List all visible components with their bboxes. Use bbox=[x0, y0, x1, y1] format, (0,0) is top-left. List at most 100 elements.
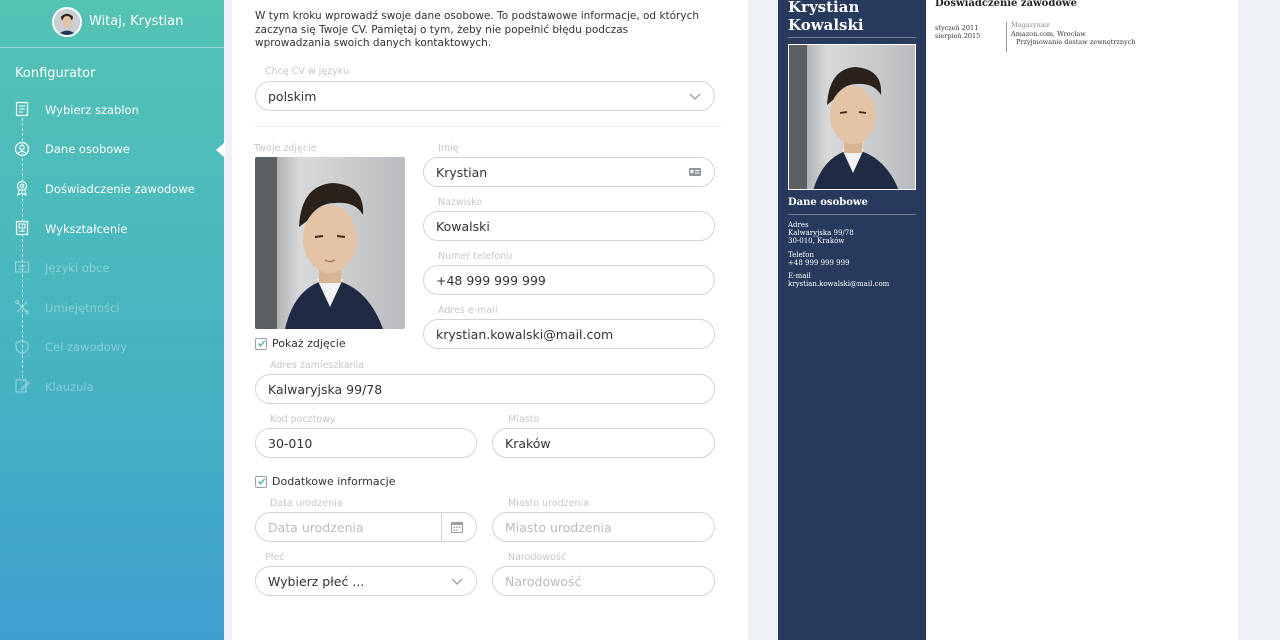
address-value: Kalwaryjska 99/78 bbox=[268, 381, 383, 397]
step-label: Języki obce bbox=[45, 261, 110, 276]
first-name-label: Imię bbox=[438, 143, 459, 154]
email-input[interactable]: krystian.kowalski@mail.com bbox=[423, 319, 715, 349]
sidebar: Witaj, Krystian Konfigurator Wybierz sza… bbox=[0, 0, 225, 640]
gender-value: Wybierz płeć ... bbox=[268, 573, 365, 589]
show-photo-label: Pokaż zdjęcie bbox=[272, 337, 346, 350]
cv-job-date-to: sierpień 2015 bbox=[935, 32, 981, 40]
postal-code-label: Kod pocztowy bbox=[270, 414, 336, 425]
cv-experience-heading: Doświadczenie zawodowe bbox=[935, 0, 1077, 9]
languages-icon bbox=[14, 259, 30, 275]
user-avatar[interactable] bbox=[52, 7, 82, 37]
extra-info-label: Dodatkowe informacje bbox=[272, 475, 396, 488]
cv-job-dates: styczeń 2011 sierpień 2015 bbox=[935, 24, 995, 40]
first-name-value: Krystian bbox=[436, 164, 488, 180]
phone-label: Numer telefonu bbox=[438, 251, 513, 262]
cv-address-label: Adres bbox=[788, 221, 809, 229]
step-dane-osobowe[interactable]: Dane osobowe bbox=[0, 130, 224, 170]
id-card-icon bbox=[688, 165, 702, 179]
step-doswiadczenie-zawodowe[interactable]: Doświadczenie zawodowe bbox=[0, 169, 224, 209]
profile-photo[interactable] bbox=[255, 157, 405, 329]
section-divider bbox=[255, 126, 721, 127]
birth-place-placeholder: Miasto urodzenia bbox=[505, 519, 612, 535]
first-name-input[interactable]: Krystian bbox=[423, 157, 715, 187]
user-icon bbox=[14, 141, 30, 157]
last-name-value: Kowalski bbox=[436, 218, 490, 234]
chevron-down-icon bbox=[688, 89, 702, 103]
goal-icon bbox=[14, 339, 30, 355]
cv-phone-label: Telefon bbox=[788, 251, 814, 259]
cv-address-block: Adres Kalwaryjska 99/78 30-010, Kraków bbox=[788, 221, 854, 245]
step-label: Klauzula bbox=[45, 379, 94, 394]
step-klauzula[interactable]: Klauzula bbox=[0, 367, 224, 407]
extra-info-checkbox-row[interactable]: Dodatkowe informacje bbox=[255, 475, 396, 488]
greeting-text: Witaj, Krystian bbox=[89, 14, 184, 29]
phone-input[interactable]: +48 999 999 999 bbox=[423, 265, 715, 295]
step-wyksztalcenie[interactable]: Wykształcenie bbox=[0, 209, 224, 249]
check-icon bbox=[257, 340, 265, 347]
step-label: Cel zawodowy bbox=[45, 340, 128, 355]
birth-date-placeholder: Data urodzenia bbox=[268, 519, 364, 535]
email-value: krystian.kowalski@mail.com bbox=[436, 326, 614, 342]
step-label: Dane osobowe bbox=[45, 142, 130, 157]
last-name-label: Nazwisko bbox=[438, 197, 483, 208]
check-icon bbox=[257, 478, 265, 485]
cv-divider bbox=[788, 37, 916, 38]
nationality-label: Narodowość bbox=[508, 552, 567, 563]
extra-info-checkbox[interactable] bbox=[255, 475, 267, 488]
cv-job-details: Magazynier Amazon.com, Wrocław Przyjmowa… bbox=[1011, 21, 1231, 47]
cv-preview: Krystian Kowalski Dane osobowe Adres Kal… bbox=[778, 0, 1238, 640]
language-select[interactable]: polskim bbox=[255, 81, 715, 111]
gender-select[interactable]: Wybierz płeć ... bbox=[255, 566, 477, 596]
step-umiejetnosci[interactable]: Umiejętności bbox=[0, 288, 224, 328]
address-label: Adres zamieszkania bbox=[270, 360, 364, 371]
configurator-steps: Wybierz szablon Dane osobowe Doświadczen… bbox=[0, 90, 224, 407]
cv-phone-block: Telefon +48 999 999 999 bbox=[788, 251, 850, 267]
step-label: Wykształcenie bbox=[45, 221, 128, 236]
cv-photo bbox=[788, 44, 916, 190]
clause-icon bbox=[14, 378, 30, 394]
phone-value: +48 999 999 999 bbox=[436, 272, 546, 288]
show-photo-checkbox[interactable] bbox=[255, 337, 267, 350]
email-label: Adres e-mail bbox=[438, 305, 498, 316]
calendar-icon[interactable] bbox=[450, 520, 464, 534]
nationality-input[interactable]: Narodowość bbox=[492, 566, 715, 596]
intro-text: W tym kroku wprowadź swoje dane osobowe.… bbox=[255, 10, 700, 49]
cv-name: Krystian Kowalski bbox=[788, 0, 864, 34]
template-icon bbox=[14, 101, 30, 117]
cv-timeline-line bbox=[1006, 22, 1007, 52]
address-input[interactable]: Kalwaryjska 99/78 bbox=[255, 374, 715, 404]
language-label: Chcę CV w języku bbox=[265, 66, 350, 77]
show-photo-checkbox-row[interactable]: Pokaż zdjęcie bbox=[255, 337, 346, 350]
city-label: Miasto bbox=[508, 414, 540, 425]
step-label: Umiejętności bbox=[45, 300, 120, 315]
cv-sidebar: Krystian Kowalski Dane osobowe Adres Kal… bbox=[778, 0, 926, 640]
last-name-input[interactable]: Kowalski bbox=[423, 211, 715, 241]
step-cel-zawodowy[interactable]: Cel zawodowy bbox=[0, 328, 224, 368]
cv-phone: +48 999 999 999 bbox=[788, 259, 850, 267]
personal-data-form: W tym kroku wprowadź swoje dane osobowe.… bbox=[232, 0, 748, 640]
gender-label: Płeć bbox=[265, 552, 285, 563]
cv-address-line2: 30-010, Kraków bbox=[788, 237, 845, 245]
city-input[interactable]: Kraków bbox=[492, 428, 715, 458]
experience-icon bbox=[14, 180, 30, 197]
cv-address-line1: Kalwaryjska 99/78 bbox=[788, 229, 854, 237]
city-value: Kraków bbox=[505, 435, 551, 451]
step-jezyki-obce[interactable]: Języki obce bbox=[0, 248, 224, 288]
cv-email-label: E-mail bbox=[788, 272, 811, 280]
configurator-title: Konfigurator bbox=[15, 66, 96, 81]
photo-label: Twoje zdjęcie bbox=[254, 143, 317, 154]
birth-date-input[interactable]: Data urodzenia bbox=[255, 512, 477, 542]
cv-email: krystian.kowalski@mail.com bbox=[788, 280, 890, 288]
postal-code-value: 30-010 bbox=[268, 435, 313, 451]
education-icon bbox=[14, 220, 30, 236]
cv-job-date-from: styczeń 2011 bbox=[935, 24, 979, 32]
birth-place-input[interactable]: Miasto urodzenia bbox=[492, 512, 715, 542]
step-wybierz-szablon[interactable]: Wybierz szablon bbox=[0, 90, 224, 130]
skills-icon bbox=[14, 299, 30, 315]
birth-date-label: Data urodzenia bbox=[270, 498, 343, 509]
postal-code-input[interactable]: 30-010 bbox=[255, 428, 477, 458]
step-label: Doświadczenie zawodowe bbox=[45, 181, 195, 196]
cv-divider bbox=[788, 214, 916, 215]
language-value: polskim bbox=[268, 88, 317, 104]
cv-job-company: Amazon.com, Wrocław bbox=[1011, 29, 1086, 38]
